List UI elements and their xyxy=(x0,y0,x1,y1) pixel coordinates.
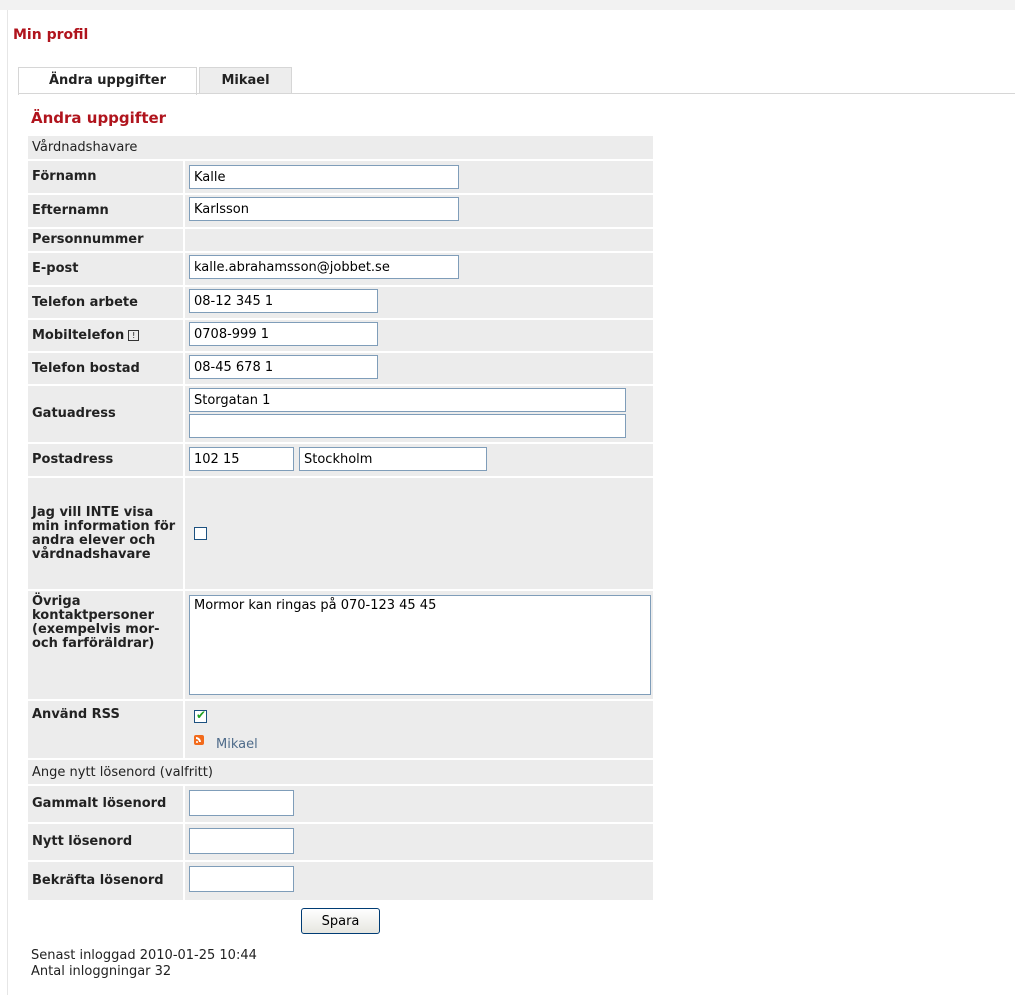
rss-checkbox[interactable]: ✔ xyxy=(194,708,207,723)
tel-bostad-label: Telefon bostad xyxy=(28,353,183,384)
ovriga-textarea[interactable]: Mormor kan ringas på 070-123 45 45 xyxy=(189,595,651,695)
form-row-new-password: Nytt lösenord xyxy=(28,824,653,860)
password-header: Ange nytt lösenord (valfritt) xyxy=(28,760,653,784)
guardian-header: Vårdnadshavare xyxy=(28,136,653,159)
top-bar xyxy=(0,0,1015,10)
old-password-label: Gammalt lösenord xyxy=(28,786,183,822)
mobil-input[interactable] xyxy=(189,322,378,346)
form-row-epost: E-post xyxy=(28,253,653,285)
rss-feed-link[interactable]: Mikael xyxy=(216,737,258,752)
new-password-label: Nytt lösenord xyxy=(28,824,183,860)
confirm-password-input[interactable] xyxy=(189,866,294,892)
mobil-label: Mobiltelefon xyxy=(32,327,125,343)
form-row-rss: Använd RSS ✔ Mikael xyxy=(28,701,653,758)
form-row-mobil: Mobiltelefon ! xyxy=(28,320,653,351)
form-row-hide-info: Jag vill INTE visa min information för a… xyxy=(28,478,653,589)
info-icon[interactable]: ! xyxy=(128,330,140,341)
form-row-personnummer: Personnummer xyxy=(28,229,653,251)
rss-label: Använd RSS xyxy=(28,701,183,758)
gatuadress-input-1[interactable] xyxy=(189,388,626,412)
personnummer-label: Personnummer xyxy=(28,229,183,251)
hide-info-cell xyxy=(185,478,653,589)
old-password-input[interactable] xyxy=(189,790,294,816)
form-row-ovriga: Övriga kontaktpersoner (exempelvis mor- … xyxy=(28,591,653,699)
tab-mikael[interactable]: Mikael xyxy=(199,67,292,94)
form-row-fornamn: Förnamn xyxy=(28,161,653,193)
mobil-cell xyxy=(185,320,653,351)
ort-input[interactable] xyxy=(299,447,487,471)
efternamn-cell xyxy=(185,195,653,227)
form-row-gatuadress: Gatuadress xyxy=(28,386,653,442)
confirm-password-label: Bekräfta lösenord xyxy=(28,862,183,900)
form-row-postadress: Postadress xyxy=(28,444,653,476)
form-row-efternamn: Efternamn xyxy=(28,195,653,227)
ovriga-cell: Mormor kan ringas på 070-123 45 45 xyxy=(185,591,653,699)
form-row-confirm-password: Bekräfta lösenord xyxy=(28,862,653,900)
fornamn-cell xyxy=(185,161,653,193)
rss-feed-icon xyxy=(194,735,204,745)
left-border xyxy=(7,10,8,995)
personnummer-cell xyxy=(185,229,653,251)
tel-bostad-cell xyxy=(185,353,653,384)
guardian-header-row: Vårdnadshavare xyxy=(28,136,653,159)
efternamn-label: Efternamn xyxy=(28,195,183,227)
fornamn-input[interactable] xyxy=(189,165,459,189)
epost-label: E-post xyxy=(28,253,183,285)
fornamn-label: Förnamn xyxy=(28,161,183,193)
postadress-label: Postadress xyxy=(28,444,183,476)
hide-info-label: Jag vill INTE visa min information för a… xyxy=(28,478,183,589)
form-row-tel-arbete: Telefon arbete xyxy=(28,287,653,318)
rss-cell: ✔ Mikael xyxy=(185,701,653,758)
tel-arbete-input[interactable] xyxy=(189,289,378,313)
tel-arbete-label: Telefon arbete xyxy=(28,287,183,318)
form-row-old-password: Gammalt lösenord xyxy=(28,786,653,822)
tel-arbete-cell xyxy=(185,287,653,318)
section-title: Ändra uppgifter xyxy=(31,109,167,127)
password-header-row: Ange nytt lösenord (valfritt) xyxy=(28,760,653,784)
ovriga-label: Övriga kontaktpersoner (exempelvis mor- … xyxy=(28,591,183,699)
confirm-password-cell xyxy=(185,862,653,900)
tab-divider xyxy=(18,93,1015,94)
gatuadress-label: Gatuadress xyxy=(28,386,183,442)
login-count-text: Antal inloggningar 32 xyxy=(31,964,172,979)
efternamn-input[interactable] xyxy=(189,197,459,221)
page-title: Min profil xyxy=(13,27,89,43)
postadress-cell xyxy=(185,444,653,476)
checkmark-icon: ✔ xyxy=(196,708,207,722)
form-row-tel-bostad: Telefon bostad xyxy=(28,353,653,384)
tab-andra-uppgifter[interactable]: Ändra uppgifter xyxy=(18,67,197,95)
epost-cell xyxy=(185,253,653,285)
new-password-input[interactable] xyxy=(189,828,294,854)
mobil-label-cell: Mobiltelefon ! xyxy=(28,320,183,351)
save-button[interactable]: Spara xyxy=(301,908,380,934)
hide-info-checkbox[interactable] xyxy=(194,527,207,540)
new-password-cell xyxy=(185,824,653,860)
old-password-cell xyxy=(185,786,653,822)
last-login-text: Senast inloggad 2010-01-25 10:44 xyxy=(31,948,257,963)
gatuadress-input-2[interactable] xyxy=(189,414,626,438)
epost-input[interactable] xyxy=(189,255,459,279)
postnummer-input[interactable] xyxy=(189,447,294,471)
tel-bostad-input[interactable] xyxy=(189,355,378,379)
gatuadress-cell xyxy=(185,386,653,442)
